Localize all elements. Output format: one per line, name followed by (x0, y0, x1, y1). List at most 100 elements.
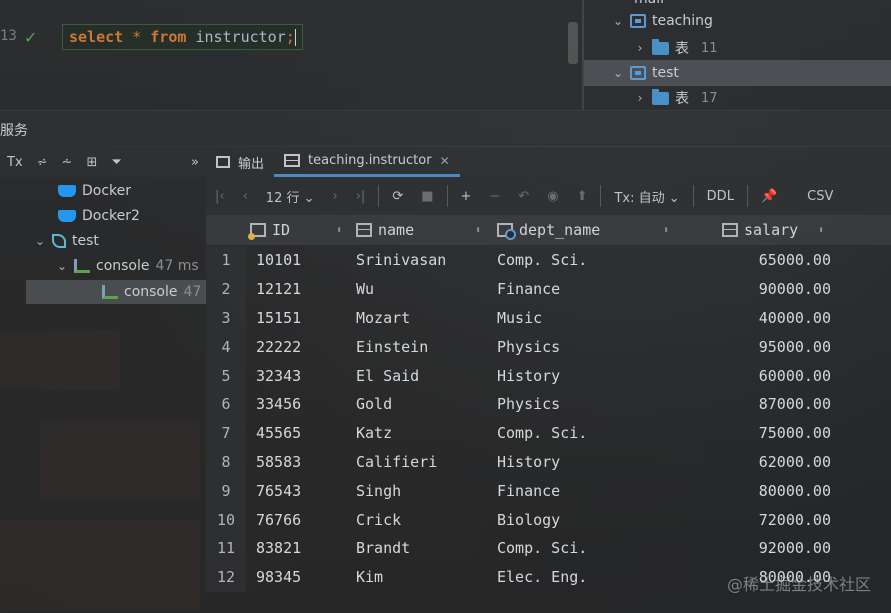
collapse-all-icon[interactable]: ⩪ (55, 155, 80, 170)
cell-id[interactable]: 10101 (256, 246, 346, 275)
cell-name[interactable]: El Said (356, 361, 496, 390)
service-item-console[interactable]: ⌄ console 47 ms (56, 258, 199, 274)
chevron-down-icon[interactable]: ⌄ (612, 14, 624, 28)
next-page-icon[interactable]: › (324, 189, 347, 204)
table-row[interactable]: 7 45565 Katz Comp. Sci. 75000.00 (206, 418, 891, 448)
row-number[interactable]: 8 (206, 447, 246, 477)
cell-id[interactable]: 32343 (256, 361, 346, 390)
cell-id[interactable]: 76766 (256, 505, 346, 534)
cell-id[interactable]: 45565 (256, 419, 346, 448)
sort-icon[interactable]: ⬍ (475, 225, 481, 236)
row-count-dropdown[interactable]: 12 行 ⌄ (257, 187, 324, 206)
service-item-console-session[interactable]: console 47 (26, 280, 206, 304)
tree-item-tables[interactable]: › 表 11 (634, 38, 718, 58)
cell-dept-name[interactable]: History (497, 361, 697, 390)
cell-name[interactable]: Einstein (356, 332, 496, 361)
prev-page-icon[interactable]: ‹ (234, 189, 257, 204)
cell-name[interactable]: Mozart (356, 304, 496, 333)
row-number[interactable]: 6 (206, 390, 246, 419)
more-icon[interactable]: » (184, 155, 206, 170)
add-row-icon[interactable]: + (452, 189, 481, 204)
sql-statement[interactable]: select * from instructor; (62, 24, 303, 50)
cell-name[interactable]: Califieri (356, 448, 496, 477)
cell-salary[interactable]: 75000.00 (706, 419, 831, 448)
chevron-down-icon[interactable]: ⌄ (34, 234, 46, 248)
cell-name[interactable]: Brandt (356, 534, 496, 563)
cell-dept-name[interactable]: Finance (497, 275, 697, 304)
row-number[interactable]: 4 (206, 332, 246, 362)
cell-dept-name[interactable]: Comp. Sci. (497, 419, 697, 448)
remove-row-icon[interactable]: − (480, 189, 509, 204)
cell-dept-name[interactable]: Comp. Sci. (497, 534, 697, 563)
table-row[interactable]: 1 10101 Srinivasan Comp. Sci. 65000.00 (206, 246, 891, 275)
cell-salary[interactable]: 87000.00 (706, 390, 831, 419)
close-icon[interactable]: ✕ (440, 154, 450, 168)
first-page-icon[interactable]: |‹ (206, 189, 234, 204)
cell-salary[interactable]: 92000.00 (706, 534, 831, 563)
cell-salary[interactable]: 90000.00 (706, 275, 831, 304)
table-row[interactable]: 4 22222 Einstein Physics 95000.00 (206, 332, 891, 362)
table-row[interactable]: 8 58583 Califieri History 62000.00 (206, 447, 891, 477)
cell-dept-name[interactable]: Elec. Eng. (497, 563, 697, 592)
sort-icon[interactable]: ⬍ (663, 225, 669, 236)
expand-all-icon[interactable]: ⩫ (30, 155, 55, 170)
tree-item-teaching[interactable]: ⌄ teaching (612, 13, 713, 29)
cell-name[interactable]: Crick (356, 505, 496, 534)
chevron-down-icon[interactable]: ⌄ (612, 66, 624, 80)
tab-teaching-instructor[interactable]: teaching.instructor ✕ (274, 147, 460, 177)
cell-name[interactable]: Gold (356, 390, 496, 419)
sql-editor[interactable]: 13 ✓ select * from instructor; (0, 0, 582, 110)
table-row[interactable]: 9 76543 Singh Finance 80000.00 (206, 476, 891, 506)
sort-icon[interactable]: ⬍ (336, 225, 342, 236)
row-number[interactable]: 7 (206, 418, 246, 448)
cell-id[interactable]: 98345 (256, 563, 346, 592)
chevron-down-icon[interactable]: ⌄ (56, 259, 68, 273)
cell-dept-name[interactable]: Physics (497, 390, 697, 419)
table-row[interactable]: 6 33456 Gold Physics 87000.00 (206, 390, 891, 419)
column-header-name[interactable]: name ⬍ (356, 215, 491, 245)
row-number[interactable]: 11 (206, 534, 246, 563)
column-header-salary[interactable]: salary ⬍ (722, 215, 832, 245)
tx-button[interactable]: Tx (0, 155, 30, 170)
tree-item-tables[interactable]: › 表 17 (634, 88, 718, 108)
refresh-icon[interactable]: ⟳ (383, 189, 412, 204)
cell-dept-name[interactable]: Physics (497, 332, 697, 361)
filter-icon[interactable]: ⏷ (104, 155, 128, 170)
pin-icon[interactable]: 📌 (752, 189, 786, 204)
cell-salary[interactable]: 95000.00 (706, 332, 831, 361)
view-icon[interactable]: ◉ (538, 189, 567, 204)
tab-output[interactable]: 输出 (206, 147, 274, 177)
row-number[interactable]: 12 (206, 562, 246, 592)
table-row[interactable]: 10 76766 Crick Biology 72000.00 (206, 505, 891, 534)
cell-id[interactable]: 15151 (256, 304, 346, 333)
database-tree[interactable]: mall ⌄ teaching › 表 11 ⌄ test › 表 17 (584, 0, 891, 110)
stop-icon[interactable]: ■ (412, 189, 442, 204)
cell-salary[interactable]: 62000.00 (706, 448, 831, 477)
results-table[interactable]: ID ⬍ name ⬍ dept_name ⬍ salary ⬍ 1 10101 S… (206, 215, 891, 613)
cell-name[interactable]: Kim (356, 563, 496, 592)
column-header-dept-name[interactable]: dept_name ⬍ (497, 215, 677, 245)
table-row[interactable]: 5 32343 El Said History 60000.00 (206, 361, 891, 390)
column-header-id[interactable]: ID ⬍ (248, 215, 350, 245)
row-number[interactable]: 2 (206, 274, 246, 304)
row-number[interactable]: 9 (206, 476, 246, 506)
last-page-icon[interactable]: ›| (347, 189, 375, 204)
cell-salary[interactable]: 80000.00 (706, 476, 831, 505)
cell-name[interactable]: Katz (356, 419, 496, 448)
cell-id[interactable]: 33456 (256, 390, 346, 419)
chevron-right-icon[interactable]: › (634, 91, 646, 105)
chevron-right-icon[interactable]: › (634, 41, 646, 55)
cell-dept-name[interactable]: History (497, 448, 697, 477)
revert-icon[interactable]: ↶ (509, 189, 538, 204)
cell-name[interactable]: Singh (356, 476, 496, 505)
cell-id[interactable]: 58583 (256, 448, 346, 477)
row-number[interactable]: 1 (206, 246, 246, 275)
cell-dept-name[interactable]: Finance (497, 476, 697, 505)
table-row[interactable]: 11 83821 Brandt Comp. Sci. 92000.00 (206, 534, 891, 563)
tree-item-mall[interactable]: mall (634, 0, 664, 7)
cell-dept-name[interactable]: Comp. Sci. (497, 246, 697, 275)
cell-dept-name[interactable]: Music (497, 304, 697, 333)
row-number[interactable]: 5 (206, 361, 246, 390)
cell-id[interactable]: 83821 (256, 534, 346, 563)
service-item-test[interactable]: ⌄ test (34, 233, 99, 249)
